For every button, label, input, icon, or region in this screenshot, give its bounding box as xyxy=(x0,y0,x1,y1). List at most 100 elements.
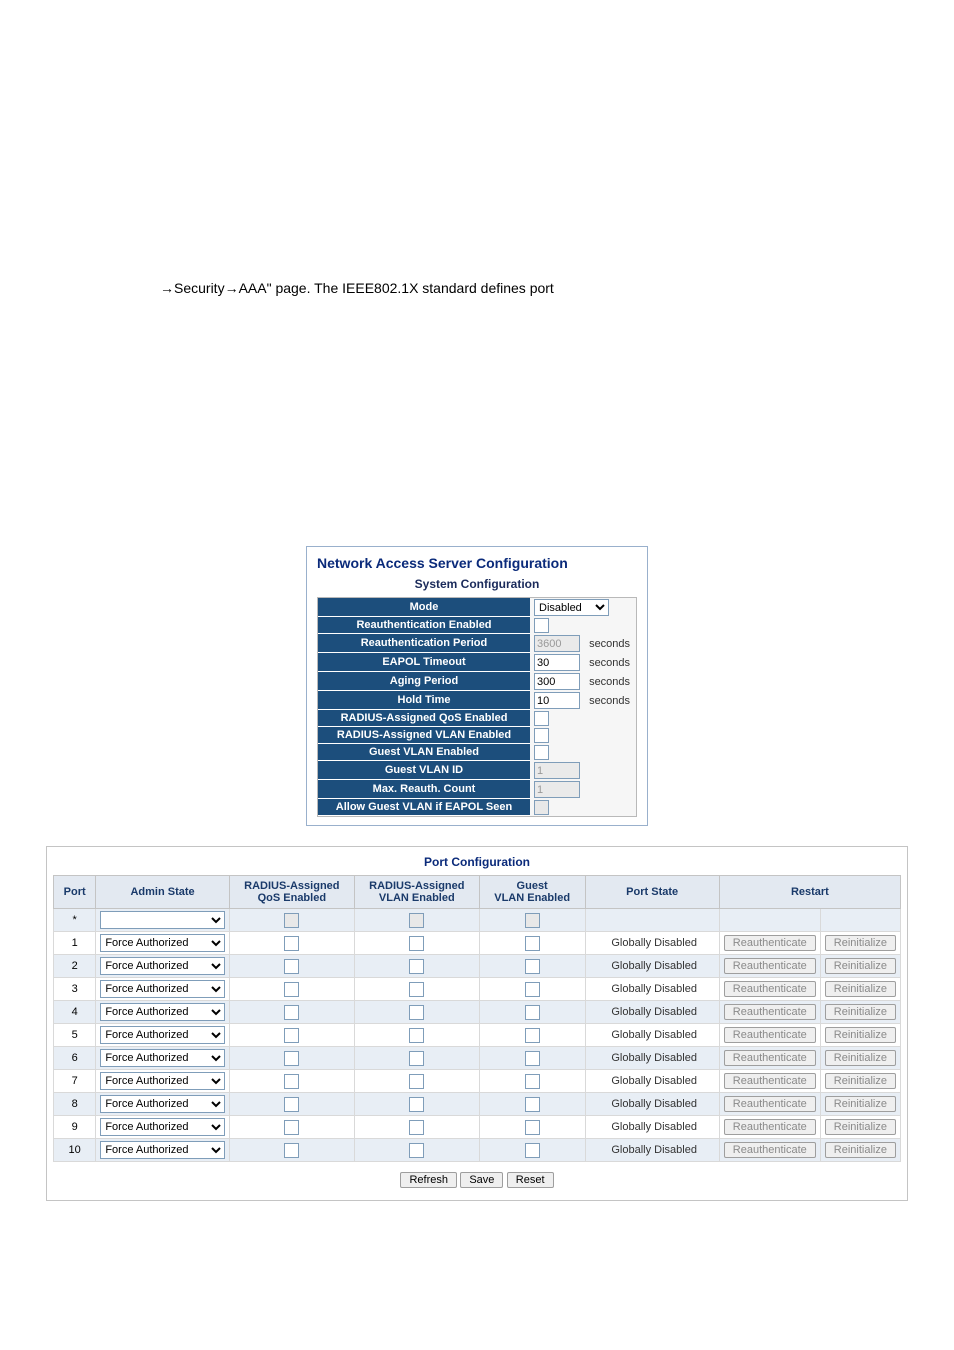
system-config-subtitle: System Configuration xyxy=(317,577,637,597)
qos-checkbox[interactable] xyxy=(284,982,299,997)
reinitialize-button[interactable]: Reinitialize xyxy=(825,935,896,951)
allow-guest-checkbox xyxy=(534,800,549,815)
vlan-checkbox[interactable] xyxy=(409,936,424,951)
reinitialize-button[interactable]: Reinitialize xyxy=(825,1050,896,1066)
vlan-checkbox[interactable] xyxy=(409,1005,424,1020)
guest-checkbox[interactable] xyxy=(525,1120,540,1135)
reauthenticate-button[interactable]: Reauthenticate xyxy=(724,958,816,974)
mode-select[interactable]: Disabled xyxy=(534,599,609,616)
port-number: 6 xyxy=(54,1047,96,1070)
vlan-checkbox[interactable] xyxy=(409,982,424,997)
port-config-table: Port Admin State RADIUS-Assigned QoS Ena… xyxy=(53,875,901,1162)
guest-checkbox[interactable] xyxy=(525,1097,540,1112)
reinitialize-button[interactable]: Reinitialize xyxy=(825,981,896,997)
reauthenticate-button[interactable]: Reauthenticate xyxy=(724,1096,816,1112)
qos-checkbox[interactable] xyxy=(284,959,299,974)
qos-checkbox[interactable] xyxy=(284,1143,299,1158)
guest-vlan-id-input[interactable] xyxy=(534,762,580,779)
qos-checkbox[interactable] xyxy=(284,1120,299,1135)
guest-checkbox[interactable] xyxy=(525,1143,540,1158)
table-row: 8Force AuthorizedGlobally DisabledReauth… xyxy=(54,1093,901,1116)
guest-checkbox[interactable] xyxy=(525,1028,540,1043)
qos-checkbox xyxy=(284,913,299,928)
reauthenticate-button[interactable]: Reauthenticate xyxy=(724,935,816,951)
admin-state-select[interactable] xyxy=(100,911,225,929)
unit-seconds: seconds xyxy=(583,638,630,650)
reinitialize-button[interactable]: Reinitialize xyxy=(825,1027,896,1043)
label-radius-vlan: RADIUS-Assigned VLAN Enabled xyxy=(318,727,530,744)
reauthenticate-button[interactable]: Reauthenticate xyxy=(724,1073,816,1089)
guest-checkbox[interactable] xyxy=(525,936,540,951)
admin-state-select[interactable]: Force Authorized xyxy=(100,957,225,975)
label-mode: Mode xyxy=(318,598,530,617)
guest-checkbox xyxy=(525,913,540,928)
guest-vlan-enabled-checkbox[interactable] xyxy=(534,745,549,760)
hold-time-input[interactable] xyxy=(534,692,580,709)
radius-qos-checkbox[interactable] xyxy=(534,711,549,726)
port-state-label: Globally Disabled xyxy=(585,1024,719,1047)
col-guest: Guest VLAN Enabled xyxy=(479,876,585,909)
reauthenticate-button[interactable]: Reauthenticate xyxy=(724,1027,816,1043)
reinitialize-button[interactable]: Reinitialize xyxy=(825,1096,896,1112)
vlan-checkbox[interactable] xyxy=(409,1120,424,1135)
admin-state-select[interactable]: Force Authorized xyxy=(100,1003,225,1021)
label-reauth-enabled: Reauthentication Enabled xyxy=(318,617,530,634)
guest-checkbox[interactable] xyxy=(525,959,540,974)
port-state-label: Globally Disabled xyxy=(585,955,719,978)
guest-checkbox[interactable] xyxy=(525,1074,540,1089)
vlan-checkbox[interactable] xyxy=(409,959,424,974)
table-row: * xyxy=(54,909,901,932)
reauthenticate-button[interactable]: Reauthenticate xyxy=(724,1004,816,1020)
reinitialize-button[interactable]: Reinitialize xyxy=(825,1119,896,1135)
radius-vlan-checkbox[interactable] xyxy=(534,728,549,743)
refresh-button[interactable]: Refresh xyxy=(400,1172,457,1188)
qos-checkbox[interactable] xyxy=(284,1051,299,1066)
qos-checkbox[interactable] xyxy=(284,1005,299,1020)
admin-state-select[interactable]: Force Authorized xyxy=(100,1026,225,1044)
reauthenticate-button[interactable]: Reauthenticate xyxy=(724,1050,816,1066)
vlan-checkbox[interactable] xyxy=(409,1051,424,1066)
admin-state-select[interactable]: Force Authorized xyxy=(100,1049,225,1067)
reinitialize-button[interactable]: Reinitialize xyxy=(825,1073,896,1089)
guest-checkbox[interactable] xyxy=(525,1051,540,1066)
max-reauth-input[interactable] xyxy=(534,781,580,798)
reauth-enabled-checkbox[interactable] xyxy=(534,618,549,633)
guest-checkbox[interactable] xyxy=(525,982,540,997)
guest-checkbox[interactable] xyxy=(525,1005,540,1020)
admin-state-select[interactable]: Force Authorized xyxy=(100,1095,225,1113)
col-state: Port State xyxy=(585,876,719,909)
qos-checkbox[interactable] xyxy=(284,1097,299,1112)
port-number: * xyxy=(54,909,96,932)
admin-state-select[interactable]: Force Authorized xyxy=(100,1118,225,1136)
reinitialize-button[interactable]: Reinitialize xyxy=(825,1142,896,1158)
port-state-label: Globally Disabled xyxy=(585,978,719,1001)
qos-checkbox[interactable] xyxy=(284,936,299,951)
port-state-label: Globally Disabled xyxy=(585,1070,719,1093)
qos-checkbox[interactable] xyxy=(284,1028,299,1043)
reauthenticate-button[interactable]: Reauthenticate xyxy=(724,981,816,997)
reauthenticate-button[interactable]: Reauthenticate xyxy=(724,1119,816,1135)
admin-state-select[interactable]: Force Authorized xyxy=(100,934,225,952)
reinitialize-button[interactable]: Reinitialize xyxy=(825,958,896,974)
reset-button[interactable]: Reset xyxy=(507,1172,554,1188)
vlan-checkbox xyxy=(409,913,424,928)
label-guest-vlan-id: Guest VLAN ID xyxy=(318,761,530,780)
vlan-checkbox[interactable] xyxy=(409,1074,424,1089)
reinitialize-button[interactable]: Reinitialize xyxy=(825,1004,896,1020)
reauth-period-input[interactable] xyxy=(534,635,580,652)
table-row: 3Force AuthorizedGlobally DisabledReauth… xyxy=(54,978,901,1001)
aging-period-input[interactable] xyxy=(534,673,580,690)
admin-state-select[interactable]: Force Authorized xyxy=(100,1072,225,1090)
port-state-label: Globally Disabled xyxy=(585,1001,719,1024)
vlan-checkbox[interactable] xyxy=(409,1097,424,1112)
eapol-timeout-input[interactable] xyxy=(534,654,580,671)
table-row: 5Force AuthorizedGlobally DisabledReauth… xyxy=(54,1024,901,1047)
qos-checkbox[interactable] xyxy=(284,1074,299,1089)
reauthenticate-button[interactable]: Reauthenticate xyxy=(724,1142,816,1158)
bottom-button-bar: Refresh Save Reset xyxy=(53,1162,901,1188)
admin-state-select[interactable]: Force Authorized xyxy=(100,1141,225,1159)
vlan-checkbox[interactable] xyxy=(409,1143,424,1158)
save-button[interactable]: Save xyxy=(460,1172,503,1188)
vlan-checkbox[interactable] xyxy=(409,1028,424,1043)
admin-state-select[interactable]: Force Authorized xyxy=(100,980,225,998)
